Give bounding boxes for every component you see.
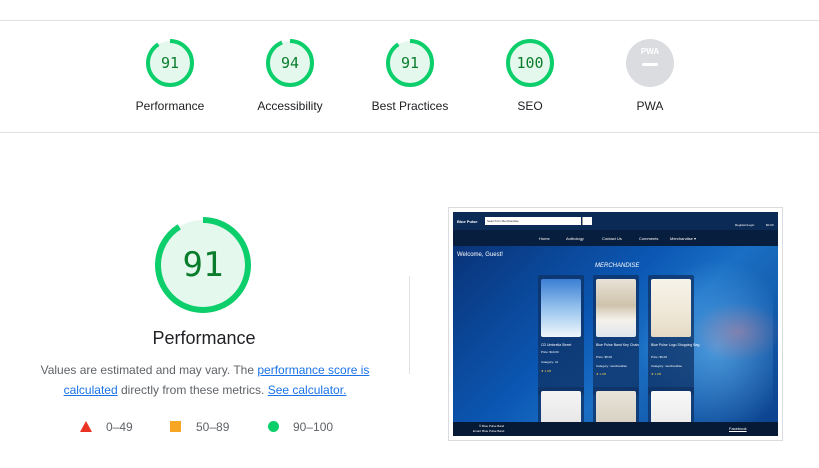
accessibility-score: 94 — [280, 54, 300, 72]
site-facebook-link[interactable]: Facebook — [729, 426, 747, 431]
product-card[interactable] — [593, 387, 639, 427]
product-price: Price: $10.00 — [541, 350, 559, 354]
product-rating: ★ 1.0/5 — [596, 372, 607, 376]
product-card[interactable] — [538, 387, 584, 427]
performance-gauge[interactable]: 91 — [145, 38, 195, 88]
site-cart[interactable]: $0.00 — [766, 223, 774, 227]
description-text-1: Values are estimated and may vary. The — [40, 363, 258, 377]
best-practices-label: Best Practices — [371, 99, 449, 113]
legend-average-range: 50–89 — [196, 420, 230, 434]
site-nav-contact[interactable]: Contact Us — [602, 236, 622, 241]
product-category: Category: merchandise — [651, 364, 683, 368]
product-rating: ★ 1.0/5 — [651, 372, 662, 376]
product-name: Blue Pulse Band Key Chain — [596, 343, 639, 347]
site-search-placeholder: Search for Merchandise — [487, 219, 519, 223]
product-category: Category: merchandise — [596, 364, 628, 368]
description-text-2: directly from these metrics. — [117, 383, 268, 397]
site-footer: © Blue Pulse Band Email: Blue Pulse Band… — [453, 422, 778, 436]
site-welcome: Welcome, Guest! — [457, 252, 503, 258]
site-footer-email[interactable]: Email: Blue Pulse Band — [473, 429, 504, 433]
accessibility-label: Accessibility — [257, 99, 323, 113]
site-nav-anthology[interactable]: Anthology — [566, 236, 584, 241]
performance-score: 91 — [160, 54, 180, 72]
accessibility-gauge[interactable]: 94 — [265, 38, 315, 88]
site-merch-heading: MERCHANDISE — [595, 263, 640, 269]
legend-fail-range: 0–49 — [106, 420, 133, 434]
best-practices-gauge[interactable]: 91 — [385, 38, 435, 88]
product-image — [651, 279, 691, 337]
vertical-divider — [409, 276, 410, 374]
screenshot-page: Blue Pulse Search for Merchandise Regist… — [453, 212, 778, 436]
pwa-badge-text: PWA — [640, 47, 660, 56]
product-image — [541, 279, 581, 337]
product-image — [596, 279, 636, 337]
site-nav-home[interactable]: Home — [539, 236, 550, 241]
product-card[interactable]: CD Umbrella Street Price: $10.00 Categor… — [538, 275, 584, 395]
final-screenshot: Blue Pulse Search for Merchandise Regist… — [448, 207, 783, 441]
product-price: Price: $5.00 — [651, 355, 668, 359]
best-practices-score: 91 — [400, 54, 420, 72]
main-performance-score: 91 — [182, 245, 224, 285]
legend-pass-range: 90–100 — [293, 420, 334, 434]
legend-average: 50–89 — [170, 420, 229, 434]
legend-pass: 90–100 — [268, 420, 333, 434]
product-name: Blue Pulse Logo Shopping Bag — [651, 343, 700, 347]
seo-label: SEO — [517, 99, 543, 113]
legend-fail: 0–49 — [80, 420, 133, 434]
section-divider — [0, 132, 819, 133]
pass-circle-icon — [268, 421, 279, 432]
pwa-label: PWA — [636, 99, 664, 113]
product-category: Category: cd — [541, 360, 559, 364]
background-glow — [693, 302, 778, 362]
seo-gauge[interactable]: 100 — [505, 38, 555, 88]
pwa-badge-icon[interactable]: PWA — [625, 38, 675, 88]
performance-label: Performance — [135, 99, 205, 113]
site-header: Blue Pulse Search for Merchandise Regist… — [453, 212, 778, 230]
product-name: CD Umbrella Street — [541, 343, 572, 347]
main-performance-title: Performance — [152, 328, 256, 348]
product-price: Price: $5.00 — [596, 355, 613, 359]
site-search-button[interactable] — [582, 217, 592, 225]
product-rating: ★ 1.0/5 — [541, 369, 552, 373]
performance-description: Values are estimated and may vary. The p… — [30, 360, 380, 400]
site-footer-copyright: © Blue Pulse Band — [479, 424, 505, 428]
product-card[interactable]: Blue Pulse Band Key Chain Price: $5.00 C… — [593, 275, 639, 395]
fail-triangle-icon — [80, 421, 92, 432]
site-brand[interactable]: Blue Pulse — [457, 219, 477, 224]
product-card[interactable] — [648, 387, 694, 427]
site-nav-merchandise[interactable]: Merchandise ▾ — [670, 236, 696, 241]
seo-score: 100 — [516, 54, 544, 72]
product-card[interactable]: Blue Pulse Logo Shopping Bag Price: $5.0… — [648, 275, 699, 395]
site-account[interactable]: Register/Login — [735, 223, 754, 227]
site-nav: Home Anthology Contact Us Comments Merch… — [453, 230, 778, 246]
site-search-input[interactable]: Search for Merchandise — [485, 217, 581, 225]
top-divider — [0, 20, 819, 21]
average-square-icon — [170, 421, 181, 432]
site-nav-comments[interactable]: Comments — [639, 236, 658, 241]
main-performance-gauge: 91 — [153, 215, 253, 315]
see-calculator-link[interactable]: See calculator. — [268, 383, 347, 397]
